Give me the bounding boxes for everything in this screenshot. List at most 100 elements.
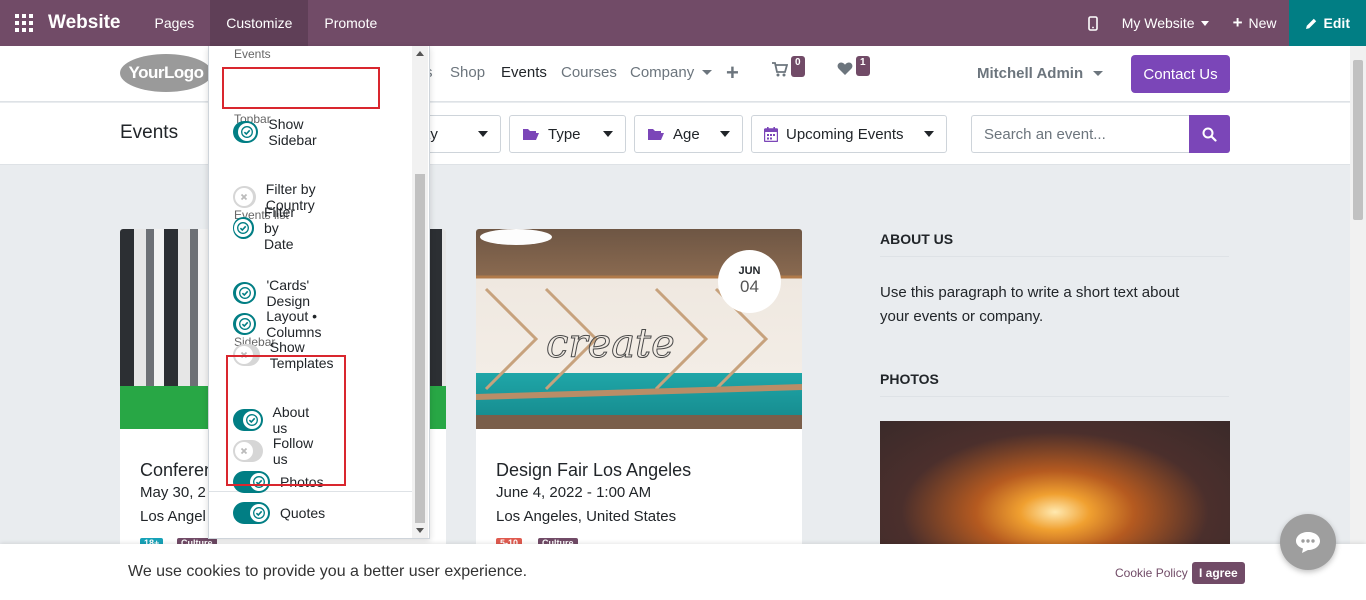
option-label: 'Cards' Design [266,277,311,309]
edit-button-label: Edit [1323,15,1350,31]
highlight-sidebar-options [226,355,346,486]
nav-item-shop[interactable]: Shop [450,64,485,81]
event-date: June 4, 2022 - 1:00 AM [496,484,652,501]
menu-pages[interactable]: Pages [139,0,211,46]
pencil-icon [1305,18,1316,29]
page-scrollbar-thumb[interactable] [1353,60,1363,220]
event-title[interactable]: Design Fair Los Angeles [496,460,691,481]
option-label: Filter by Date [263,204,296,252]
toggle-on-icon[interactable] [233,282,257,304]
event-location: Los Angeles, United States [496,508,677,525]
toggle-knob [250,504,268,522]
option-filter-by-date[interactable]: Filter by Date [233,204,311,252]
toggle-on-icon[interactable] [233,121,259,143]
event-date: May 30, 2 [140,484,206,501]
option-layout-columns[interactable]: Layout • Columns [233,308,335,340]
user-menu[interactable]: Mitchell Admin [977,65,1104,82]
page-title: Events [120,122,179,143]
page-scrollbar[interactable] [1350,46,1366,544]
cookie-bar: We use cookies to provide you a better u… [0,544,1366,600]
about-us-text-line-1: Use this paragraph to write a short text… [880,284,1180,301]
event-date-month: JUN [738,265,761,277]
photos-image[interactable] [880,421,1230,551]
app-brand[interactable]: Website [48,12,121,34]
scroll-down-icon[interactable] [416,528,424,533]
chat-bubble-icon [1296,532,1320,553]
contact-us-button[interactable]: Contact Us [1131,55,1230,93]
heart-icon [837,62,853,75]
folder-open-icon [523,129,539,140]
search-input[interactable]: Search an event... [971,115,1189,153]
calendar-icon [764,126,778,142]
date-filter[interactable]: Upcoming Events [751,115,947,153]
photos-heading: PHOTOS [880,371,939,387]
divider [880,256,1229,257]
caret-down-icon [603,131,613,137]
type-filter-label: Type [548,125,581,143]
search-icon [1202,127,1217,142]
toggle-knob [236,315,255,333]
caret-down-icon [924,131,934,137]
search-button[interactable] [1189,115,1230,153]
toggle-on-icon[interactable] [233,502,270,524]
new-button-label: New [1248,15,1277,31]
dropdown-scrollbar[interactable] [412,46,428,538]
date-filter-label: Upcoming Events [786,125,904,143]
type-filter[interactable]: Type [509,115,626,153]
nav-item-courses[interactable]: Courses [561,64,617,81]
event-search: Search an event... [971,115,1230,153]
menu-customize[interactable]: Customize [210,0,309,46]
toggle-on-icon[interactable] [233,313,257,335]
event-date-day: 04 [740,277,759,296]
caret-down-icon [720,131,730,137]
nav-item-company[interactable]: Company [630,64,713,81]
cart-icon [772,62,788,77]
about-us-text-line-2: your events or company. [880,308,1044,325]
plus-icon: + [1232,13,1243,32]
apps-grid-icon[interactable] [0,0,48,46]
nav-item-events[interactable]: Events [501,64,547,81]
scroll-up-icon[interactable] [416,51,424,56]
cookie-policy-link[interactable]: Cookie Policy [1115,566,1188,580]
option-show-sidebar[interactable]: Show Sidebar [233,116,328,148]
event-card-2[interactable]: create JUN 04 Design Fair Los Angeles Ju… [476,229,802,559]
toggle-knob [238,123,257,141]
menu-promote[interactable]: Promote [308,0,393,46]
toggle-off-icon[interactable] [233,186,256,208]
dropdown-scrollbar-thumb[interactable] [415,174,425,523]
option-label: Layout • Columns [266,308,322,340]
nav-item-company-label: Company [630,64,695,81]
toggle-knob [236,284,255,302]
site-logo[interactable]: YourLogo [120,54,212,92]
edit-button[interactable]: Edit [1288,0,1366,46]
wishlist-link[interactable]: 1 [837,56,870,76]
toggle-on-icon[interactable] [233,217,254,239]
cookie-agree-button[interactable]: I agree [1192,562,1245,584]
logo-text: YourLogo [128,63,205,82]
cart-link[interactable]: 0 [772,56,805,77]
chevron-down-icon [1093,71,1104,76]
website-switcher[interactable]: My Website [1110,0,1221,46]
folder-open-icon [648,129,664,140]
event-date-badge: JUN 04 [718,250,781,313]
section-events: Events [234,47,271,61]
add-menu-plus-icon[interactable]: + [726,60,739,86]
new-button[interactable]: + New [1221,0,1289,46]
age-filter-label: Age [673,125,700,143]
option-cards-design[interactable]: 'Cards' Design [233,277,324,309]
chevron-down-icon [702,70,713,75]
website-switcher-label: My Website [1121,15,1195,31]
highlight-show-sidebar [222,67,380,109]
cart-count-badge: 0 [791,56,805,77]
option-label: Quotes [280,505,326,521]
option-quotes[interactable]: Quotes [233,501,325,525]
event-title[interactable]: Conferen [140,460,214,481]
option-label: Show Sidebar [268,116,317,148]
cookie-text: We use cookies to provide you a better u… [128,563,528,580]
divider [880,396,1229,397]
age-filter[interactable]: Age [634,115,743,153]
site-header: YourLogo s Shop Events Courses Company +… [0,46,1350,102]
events-filter-bar: Events ivity Type Age Upcoming Events Se… [0,103,1350,165]
mobile-preview-icon[interactable] [1076,0,1110,46]
live-chat-button[interactable] [1280,514,1336,570]
